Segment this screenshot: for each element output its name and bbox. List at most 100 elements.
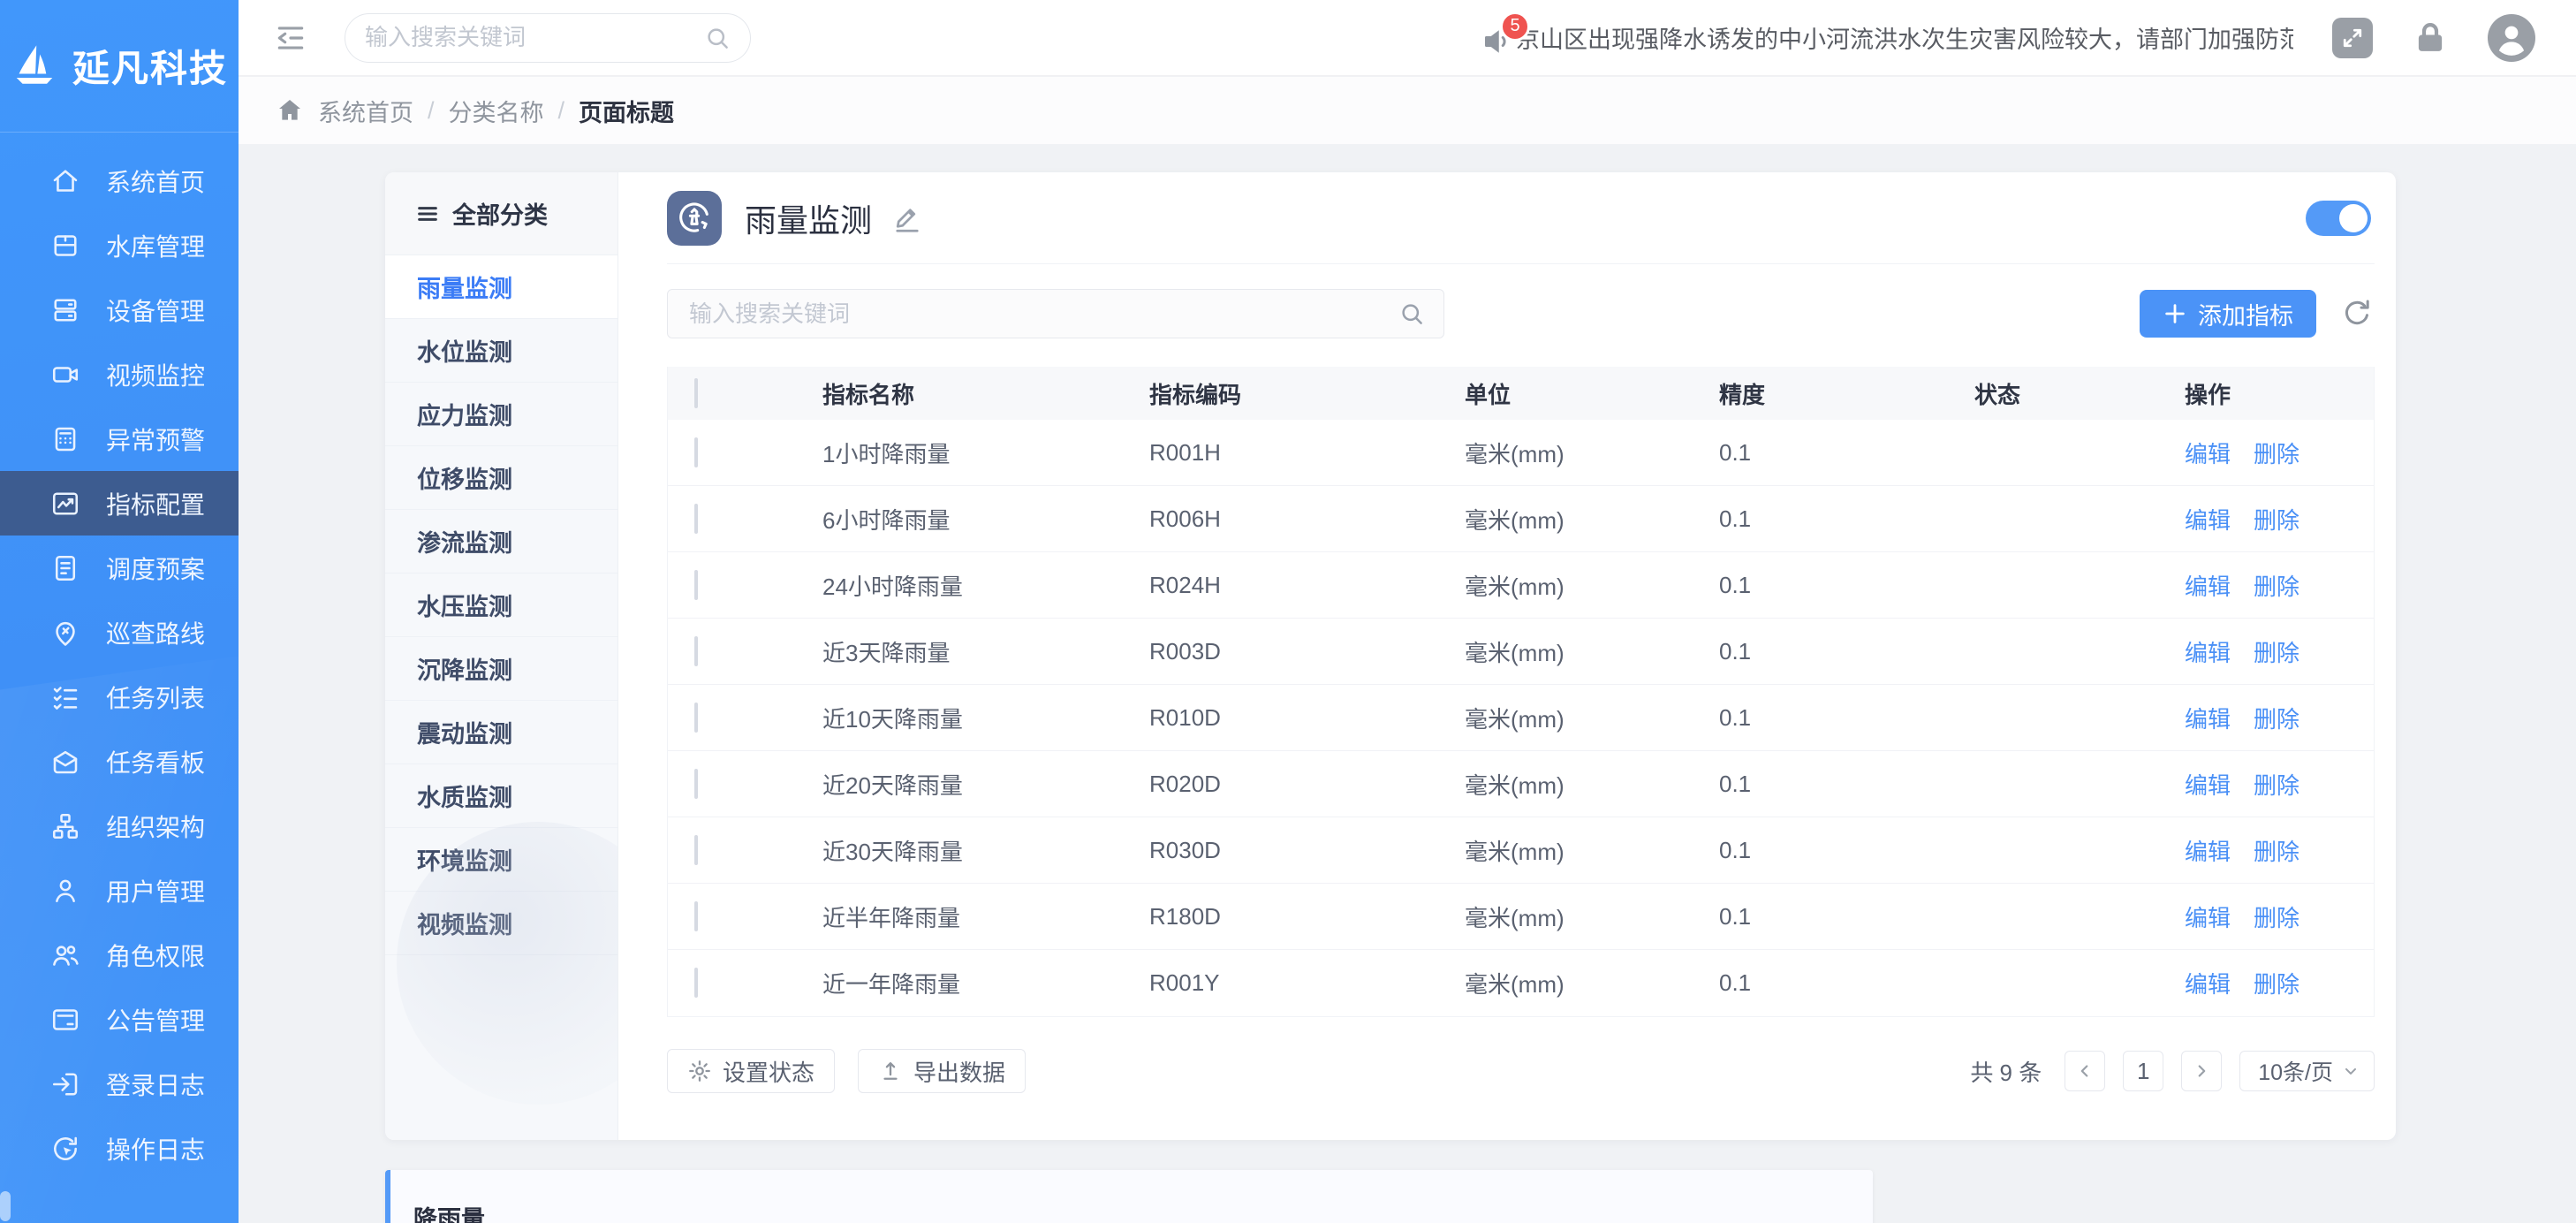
metric-name: 近30天降雨量 [822, 834, 1149, 867]
category-panel-title: 全部分类 [452, 196, 548, 231]
edit-link[interactable]: 编辑 [2185, 503, 2231, 536]
breadcrumb-item[interactable]: 系统首页 [318, 94, 413, 128]
edit-link[interactable]: 编辑 [2185, 768, 2231, 801]
table-row: 近半年降雨量 R180D 毫米(mm) 0.1 编辑 删除 [668, 884, 2374, 950]
sidebar-item-label: 巡查路线 [106, 615, 205, 650]
add-metric-button[interactable]: 添加指标 [2140, 290, 2316, 338]
user-avatar[interactable] [2488, 14, 2535, 62]
row-checkbox[interactable] [694, 769, 698, 799]
category-item[interactable]: 应力监测 [385, 383, 617, 446]
breadcrumb-item[interactable]: 分类名称 [449, 94, 544, 128]
edit-link[interactable]: 编辑 [2185, 569, 2231, 602]
lock-icon[interactable] [2412, 19, 2449, 57]
category-item[interactable]: 震动监测 [385, 701, 617, 764]
delete-link[interactable]: 删除 [2254, 768, 2299, 801]
announcement[interactable]: 5 京山区出现强降水诱发的中小河流洪水次生灾害风险较大，请部门加强防范。2025… [1482, 15, 2293, 61]
category-item[interactable]: 位移监测 [385, 446, 617, 510]
global-search-input[interactable] [365, 24, 704, 51]
sidebar-scrollbar[interactable] [0, 1191, 11, 1221]
metric-unit: 毫米(mm) [1465, 702, 1719, 734]
col-header: 精度 [1719, 377, 1974, 410]
row-checkbox[interactable] [694, 504, 698, 534]
row-checkbox[interactable] [694, 703, 698, 733]
delete-link[interactable]: 删除 [2254, 635, 2299, 668]
category-item[interactable]: 水质监测 [385, 764, 617, 828]
edit-link[interactable]: 编辑 [2185, 702, 2231, 734]
search-icon[interactable] [1398, 300, 1425, 327]
set-status-button[interactable]: 设置状态 [667, 1049, 835, 1093]
chevron-right-icon [2192, 1061, 2211, 1081]
delete-link[interactable]: 删除 [2254, 967, 2299, 999]
delete-link[interactable]: 删除 [2254, 834, 2299, 867]
col-header: 指标编码 [1149, 377, 1465, 410]
category-item[interactable]: 雨量监测 [385, 255, 617, 319]
delete-link[interactable]: 删除 [2254, 503, 2299, 536]
select-all-checkbox[interactable] [694, 378, 698, 408]
breadcrumb-separator: / [428, 97, 435, 125]
metric-unit: 毫米(mm) [1465, 834, 1719, 867]
row-checkbox[interactable] [694, 968, 698, 998]
delete-link[interactable]: 删除 [2254, 437, 2299, 469]
menu-fold-icon[interactable] [274, 21, 307, 55]
row-checkbox[interactable] [694, 437, 698, 467]
metric-code: R020D [1149, 771, 1465, 798]
sidebar-item[interactable]: 视频监控 [0, 342, 239, 406]
row-checkbox[interactable] [694, 636, 698, 666]
breadcrumb-current: 页面标题 [579, 94, 674, 128]
edit-link[interactable]: 编辑 [2185, 834, 2231, 867]
metric-unit: 毫米(mm) [1465, 503, 1719, 536]
edit-link[interactable]: 编辑 [2185, 967, 2231, 999]
row-checkbox[interactable] [694, 901, 698, 931]
edit-link[interactable]: 编辑 [2185, 900, 2231, 933]
delete-link[interactable]: 删除 [2254, 569, 2299, 602]
sidebar-item[interactable]: 巡查路线 [0, 600, 239, 665]
sidebar-item[interactable]: 调度预案 [0, 536, 239, 600]
sidebar-item[interactable]: 指标配置 [0, 471, 239, 536]
edit-title-icon[interactable] [891, 202, 923, 234]
refresh-icon[interactable] [2339, 296, 2375, 331]
sidebar-item[interactable]: 设备管理 [0, 277, 239, 342]
lighthouse-icon [667, 191, 722, 246]
search-icon[interactable] [704, 25, 731, 51]
col-header: 指标名称 [822, 377, 1149, 410]
category-item[interactable]: 水压监测 [385, 574, 617, 637]
page-size-select[interactable]: 10条/页 [2239, 1051, 2375, 1091]
category-enable-toggle[interactable] [2306, 201, 2371, 236]
brand-name: 延凡科技 [72, 39, 228, 93]
metric-code: R001H [1149, 439, 1465, 467]
row-checkbox[interactable] [694, 570, 698, 600]
table-search-input[interactable] [667, 289, 1444, 338]
route-icon [49, 617, 81, 649]
metric-precision: 0.1 [1719, 704, 1974, 732]
metric-precision: 0.1 [1719, 505, 1974, 533]
metric-precision: 0.1 [1719, 638, 1974, 665]
next-page-button[interactable] [2181, 1051, 2222, 1091]
delete-link[interactable]: 删除 [2254, 702, 2299, 734]
category-panel-header[interactable]: 全部分类 [385, 172, 617, 255]
chevron-left-icon [2075, 1061, 2095, 1081]
category-item[interactable]: 水位监测 [385, 319, 617, 383]
prev-page-button[interactable] [2065, 1051, 2105, 1091]
reservoir-icon [49, 230, 81, 262]
table-footer: 设置状态 导出数据 共 9 条 1 10条/页 [667, 1049, 2375, 1093]
brand-logo[interactable]: 延凡科技 [0, 0, 239, 133]
current-page[interactable]: 1 [2123, 1051, 2163, 1091]
sidebar-item[interactable]: 异常预警 [0, 406, 239, 471]
category-item[interactable]: 渗流监测 [385, 510, 617, 574]
row-checkbox[interactable] [694, 835, 698, 865]
breadcrumb-home-icon[interactable] [276, 96, 304, 125]
table-row: 6小时降雨量 R006H 毫米(mm) 0.1 编辑 删除 [668, 486, 2374, 552]
table-header-row: 指标名称 指标编码 单位 精度 状态 操作 [668, 367, 2374, 420]
edit-link[interactable]: 编辑 [2185, 437, 2231, 469]
sidebar-item[interactable]: 水库管理 [0, 213, 239, 277]
export-data-button[interactable]: 导出数据 [858, 1049, 1026, 1093]
metric-name: 6小时降雨量 [822, 503, 1149, 536]
category-item[interactable]: 沉降监测 [385, 637, 617, 701]
delete-link[interactable]: 删除 [2254, 900, 2299, 933]
fullscreen-icon[interactable] [2332, 18, 2373, 58]
edit-link[interactable]: 编辑 [2185, 635, 2231, 668]
chevron-down-icon [2342, 1062, 2360, 1080]
sidebar-item[interactable]: 系统首页 [0, 148, 239, 213]
table-row: 近10天降雨量 R010D 毫米(mm) 0.1 编辑 删除 [668, 685, 2374, 751]
table-row: 24小时降雨量 R024H 毫米(mm) 0.1 编辑 删除 [668, 552, 2374, 619]
